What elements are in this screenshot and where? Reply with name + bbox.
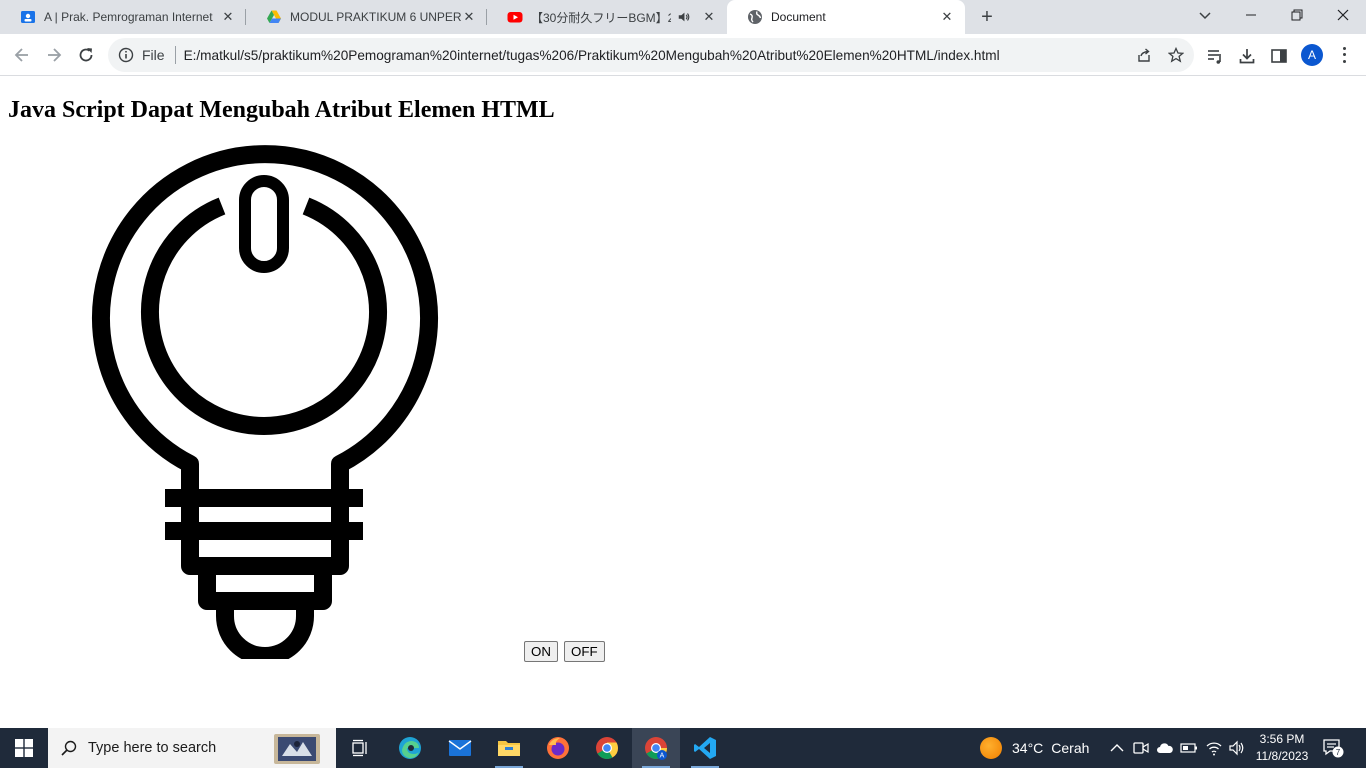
- firefox-app[interactable]: [534, 728, 582, 768]
- mail-app[interactable]: [436, 728, 484, 768]
- chrome-profile-app[interactable]: A: [632, 728, 680, 768]
- tab-title: Document: [771, 10, 826, 24]
- wifi-icon[interactable]: [1205, 739, 1223, 757]
- reload-button[interactable]: [72, 41, 100, 69]
- tab-title: A | Prak. Pemrograman Internet: [44, 10, 213, 24]
- download-icon[interactable]: [1238, 47, 1256, 65]
- svg-text:A: A: [660, 753, 665, 760]
- firefox-icon: [547, 737, 569, 759]
- file-explorer-app[interactable]: [485, 728, 533, 768]
- google-drive-icon: [267, 10, 281, 23]
- notification-center-icon[interactable]: 7: [1322, 738, 1344, 758]
- folder-icon: [498, 741, 520, 756]
- battery-icon[interactable]: [1180, 739, 1198, 757]
- system-clock[interactable]: 3:56 PM 11/8/2023: [1250, 731, 1314, 765]
- address-separator: [174, 46, 176, 64]
- address-bar[interactable]: File E:/matkul/s5/praktikum%20Pemograman…: [108, 38, 1194, 72]
- side-panel-icon[interactable]: [1270, 47, 1288, 65]
- chrome-icon: [596, 737, 618, 759]
- start-button[interactable]: [0, 728, 48, 768]
- forward-button[interactable]: [40, 41, 68, 69]
- bookmark-star-icon[interactable]: [1168, 47, 1184, 63]
- off-button[interactable]: OFF: [564, 641, 605, 662]
- search-highlight-image: [274, 734, 320, 764]
- globe-icon: [748, 10, 762, 24]
- edge-app[interactable]: [386, 728, 434, 768]
- url-text[interactable]: E:/matkul/s5/praktikum%20Pemograman%20in…: [184, 48, 1000, 63]
- lightbulb-off-image: [92, 145, 438, 659]
- new-tab-button[interactable]: +: [976, 6, 998, 28]
- sun-icon: [980, 737, 1002, 759]
- meet-now-icon[interactable]: [1132, 739, 1150, 757]
- tab-title: 【30分耐久フリーBGM】2:23 AM: [531, 10, 671, 25]
- search-placeholder: Type here to search: [88, 740, 217, 756]
- close-tab-icon[interactable]: ✕: [220, 9, 236, 25]
- windows-logo-icon: [15, 739, 33, 757]
- vscode-app[interactable]: [681, 728, 729, 768]
- weather-temperature: 34°C: [1012, 740, 1044, 756]
- close-window-button[interactable]: [1320, 0, 1366, 30]
- reload-icon: [79, 48, 93, 62]
- restore-button[interactable]: [1274, 0, 1320, 30]
- tab-title: MODUL PRAKTIKUM 6 UNPER.p: [290, 10, 461, 24]
- info-icon[interactable]: [118, 47, 134, 63]
- more-menu-icon[interactable]: [1336, 45, 1352, 65]
- taskbar-search-box[interactable]: Type here to search: [48, 728, 336, 768]
- share-icon[interactable]: [1136, 47, 1152, 63]
- vscode-icon: [694, 737, 716, 759]
- media-queue-icon[interactable]: [1206, 47, 1224, 65]
- arrow-right-icon: [48, 48, 62, 62]
- back-button[interactable]: [8, 41, 36, 69]
- tab-document[interactable]: Document ✕: [727, 0, 965, 34]
- audio-playing-icon[interactable]: [677, 10, 691, 24]
- task-view-button[interactable]: [336, 728, 384, 768]
- on-button[interactable]: ON: [524, 641, 558, 662]
- clock-time: 3:56 PM: [1259, 732, 1305, 746]
- close-tab-icon[interactable]: ✕: [461, 9, 477, 25]
- close-tab-icon[interactable]: ✕: [939, 9, 955, 25]
- page-heading: Java Script Dapat Mengubah Atribut Eleme…: [8, 97, 555, 123]
- task-view-icon: [352, 739, 367, 757]
- tab-google-drive[interactable]: MODUL PRAKTIKUM 6 UNPER.p ✕: [246, 0, 487, 34]
- chrome-profile-icon: A: [645, 737, 667, 760]
- weather-condition: Cerah: [1051, 740, 1090, 756]
- minimize-button[interactable]: [1228, 0, 1274, 30]
- classroom-icon: [21, 11, 35, 23]
- mail-icon: [448, 740, 472, 756]
- onedrive-cloud-icon[interactable]: [1156, 739, 1174, 757]
- windows-taskbar: Type here to search A 34°C Cerah 3:56 PM…: [0, 728, 1366, 768]
- browser-toolbar: File E:/matkul/s5/praktikum%20Pemograman…: [0, 34, 1366, 76]
- arrow-left-icon: [14, 48, 28, 62]
- weather-widget[interactable]: 34°C Cerah: [980, 728, 1089, 768]
- chevron-up-icon[interactable]: [1108, 739, 1126, 757]
- search-icon: [61, 740, 77, 756]
- scheme-label: File: [142, 47, 165, 63]
- profile-avatar[interactable]: A: [1301, 44, 1323, 66]
- page-viewport: Java Script Dapat Mengubah Atribut Eleme…: [0, 77, 1366, 728]
- tab-classroom[interactable]: A | Prak. Pemrograman Internet ✕: [0, 0, 246, 34]
- close-tab-icon[interactable]: ✕: [701, 9, 717, 25]
- edge-icon: [399, 737, 421, 759]
- youtube-icon: [507, 12, 523, 23]
- tab-search-chevron-icon[interactable]: [1182, 0, 1228, 30]
- volume-icon[interactable]: [1228, 739, 1246, 757]
- chrome-app[interactable]: [583, 728, 631, 768]
- tab-youtube[interactable]: 【30分耐久フリーBGM】2:23 AM ✕: [487, 0, 727, 34]
- notification-count: 7: [1336, 748, 1341, 757]
- tab-strip: A | Prak. Pemrograman Internet ✕ MODUL P…: [0, 0, 1366, 34]
- clock-date: 11/8/2023: [1255, 749, 1309, 763]
